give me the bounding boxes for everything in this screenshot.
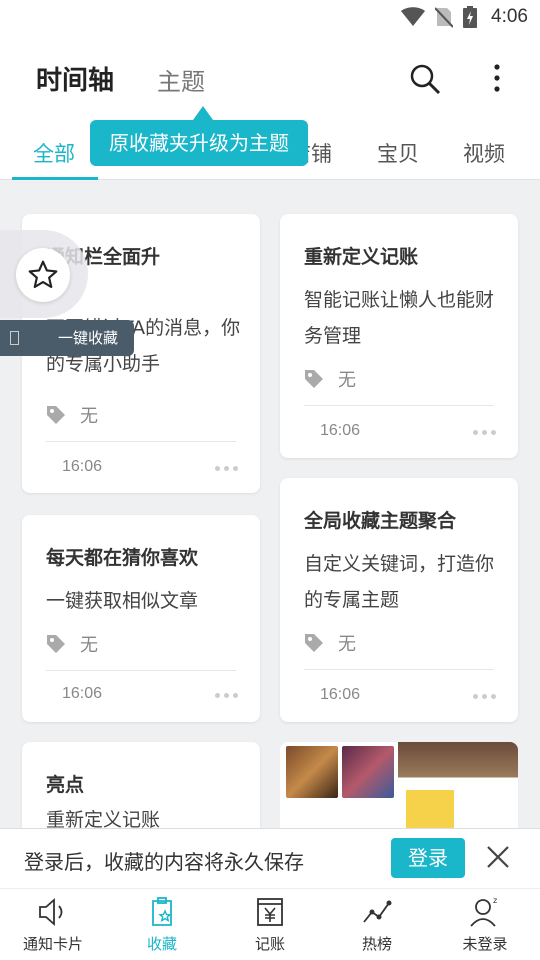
tab-theme[interactable]: 主题 <box>157 62 205 97</box>
tooltip-arrow <box>193 106 213 120</box>
more-dots-icon[interactable] <box>215 693 238 698</box>
card-global-theme[interactable]: 全局收藏主题聚合 自定义关键词，打造你的专属主题 无 16:06 <box>280 478 518 722</box>
status-bar: 4:06 <box>0 0 540 36</box>
nav-not-logged-in[interactable]: z 未登录 <box>435 895 535 954</box>
tag-icon <box>305 370 323 388</box>
bottom-nav: 通知卡片 收藏 记账 热榜 z 未登录 <box>0 888 540 960</box>
nav-hot-list[interactable]: 热榜 <box>327 895 427 954</box>
card-tag[interactable]: 无 <box>46 402 98 428</box>
thumbnail-image <box>286 746 338 798</box>
floating-star-button[interactable] <box>16 248 70 302</box>
clipboard-star-icon <box>152 897 172 926</box>
card-guess[interactable]: 每天都在猜你喜欢 一键获取相似文章 无 16:06 <box>22 515 260 722</box>
collect-label-text: 一键收藏 <box>58 329 119 347</box>
tag-icon <box>47 406 65 424</box>
card-desc: 一键获取相似文章 <box>46 590 199 612</box>
card-divider <box>304 405 494 406</box>
card-time: 16:06 <box>62 685 103 702</box>
trend-chart-icon <box>363 900 392 923</box>
user-sleep-icon: z <box>470 896 497 927</box>
nav-accounting[interactable]: 记账 <box>220 895 320 954</box>
card-tag[interactable]: 无 <box>304 366 356 392</box>
more-dots-icon[interactable] <box>473 694 496 699</box>
login-prompt-bar: 登录后，收藏的内容将永久保存 登录 <box>0 828 540 888</box>
nav-label: 未登录 <box>462 935 508 953</box>
card-highlights[interactable]: 亮点 重新定义记账 <box>22 742 260 828</box>
tag-icon <box>47 635 65 653</box>
nav-label: 记账 <box>254 935 285 953</box>
card-tag-label: 无 <box>80 406 98 427</box>
card-tag-label: 无 <box>80 635 98 656</box>
card-title: 重新定义记账 <box>304 246 419 268</box>
nav-label: 通知卡片 <box>22 935 83 953</box>
thumbnail-image <box>342 746 394 798</box>
ledger-yen-icon <box>257 898 283 926</box>
card-desc: 重新定义记账 <box>46 809 161 828</box>
card-tag-label: 无 <box>338 634 356 655</box>
close-icon[interactable] <box>484 843 512 871</box>
svg-text:z: z <box>493 896 497 905</box>
nav-favorites[interactable]: 收藏 <box>112 895 212 954</box>
card-time: 16:06 <box>62 458 103 475</box>
tab-all[interactable]: 全部 <box>33 138 75 168</box>
card-divider <box>46 670 236 671</box>
login-prompt-text: 登录后，收藏的内容将永久保存 <box>24 850 304 874</box>
status-time: 4:06 <box>491 6 528 27</box>
wifi-icon <box>401 7 426 26</box>
card-desc: 智能记账让懒人也能财务管理 <box>304 289 495 347</box>
nav-notification-card[interactable]: 通知卡片 <box>3 895 103 954</box>
app-header: 时间轴 主题 <box>0 36 540 120</box>
search-icon[interactable] <box>408 62 442 96</box>
card-time: 16:06 <box>320 422 361 439</box>
card-divider <box>46 441 236 442</box>
nav-label: 热榜 <box>361 935 392 953</box>
card-desc: 自定义关键词，打造你的专属主题 <box>304 553 495 611</box>
tag-icon <box>305 634 323 652</box>
nav-label: 收藏 <box>146 935 177 953</box>
card-tag[interactable]: 无 <box>46 631 98 657</box>
battery-charging-icon <box>463 6 478 28</box>
tab-items[interactable]: 宝贝 <box>377 138 419 168</box>
active-tab-indicator <box>12 177 98 180</box>
more-dots-icon[interactable] <box>473 430 496 435</box>
card-screenshot-preview[interactable] <box>280 742 518 828</box>
page-title-timeline[interactable]: 时间轴 <box>36 60 114 97</box>
card-accounting[interactable]: 重新定义记账 智能记账让懒人也能财务管理 无 16:06 <box>280 214 518 458</box>
more-vert-icon[interactable] <box>485 62 509 96</box>
card-time: 16:06 <box>320 686 361 703</box>
bookmark-icon <box>10 331 19 345</box>
thumbnail-image <box>398 742 518 828</box>
card-title: 全局收藏主题聚合 <box>304 510 457 532</box>
card-title: 每天都在猜你喜欢 <box>46 547 199 569</box>
star-icon <box>28 260 58 289</box>
no-sim-icon <box>435 7 454 28</box>
more-dots-icon[interactable] <box>215 466 238 471</box>
card-tag[interactable]: 无 <box>304 630 356 656</box>
tab-videos[interactable]: 视频 <box>463 138 505 168</box>
upgrade-tooltip[interactable]: 原收藏夹升级为主题 <box>90 120 308 166</box>
card-title: 亮点 <box>46 774 85 796</box>
speaker-icon <box>39 898 63 926</box>
one-click-collect-label[interactable]: 一键收藏 <box>0 320 134 356</box>
card-divider <box>304 669 494 670</box>
status-icons: 4:06 <box>401 6 528 28</box>
login-button[interactable]: 登录 <box>391 838 465 878</box>
card-tag-label: 无 <box>338 370 356 391</box>
